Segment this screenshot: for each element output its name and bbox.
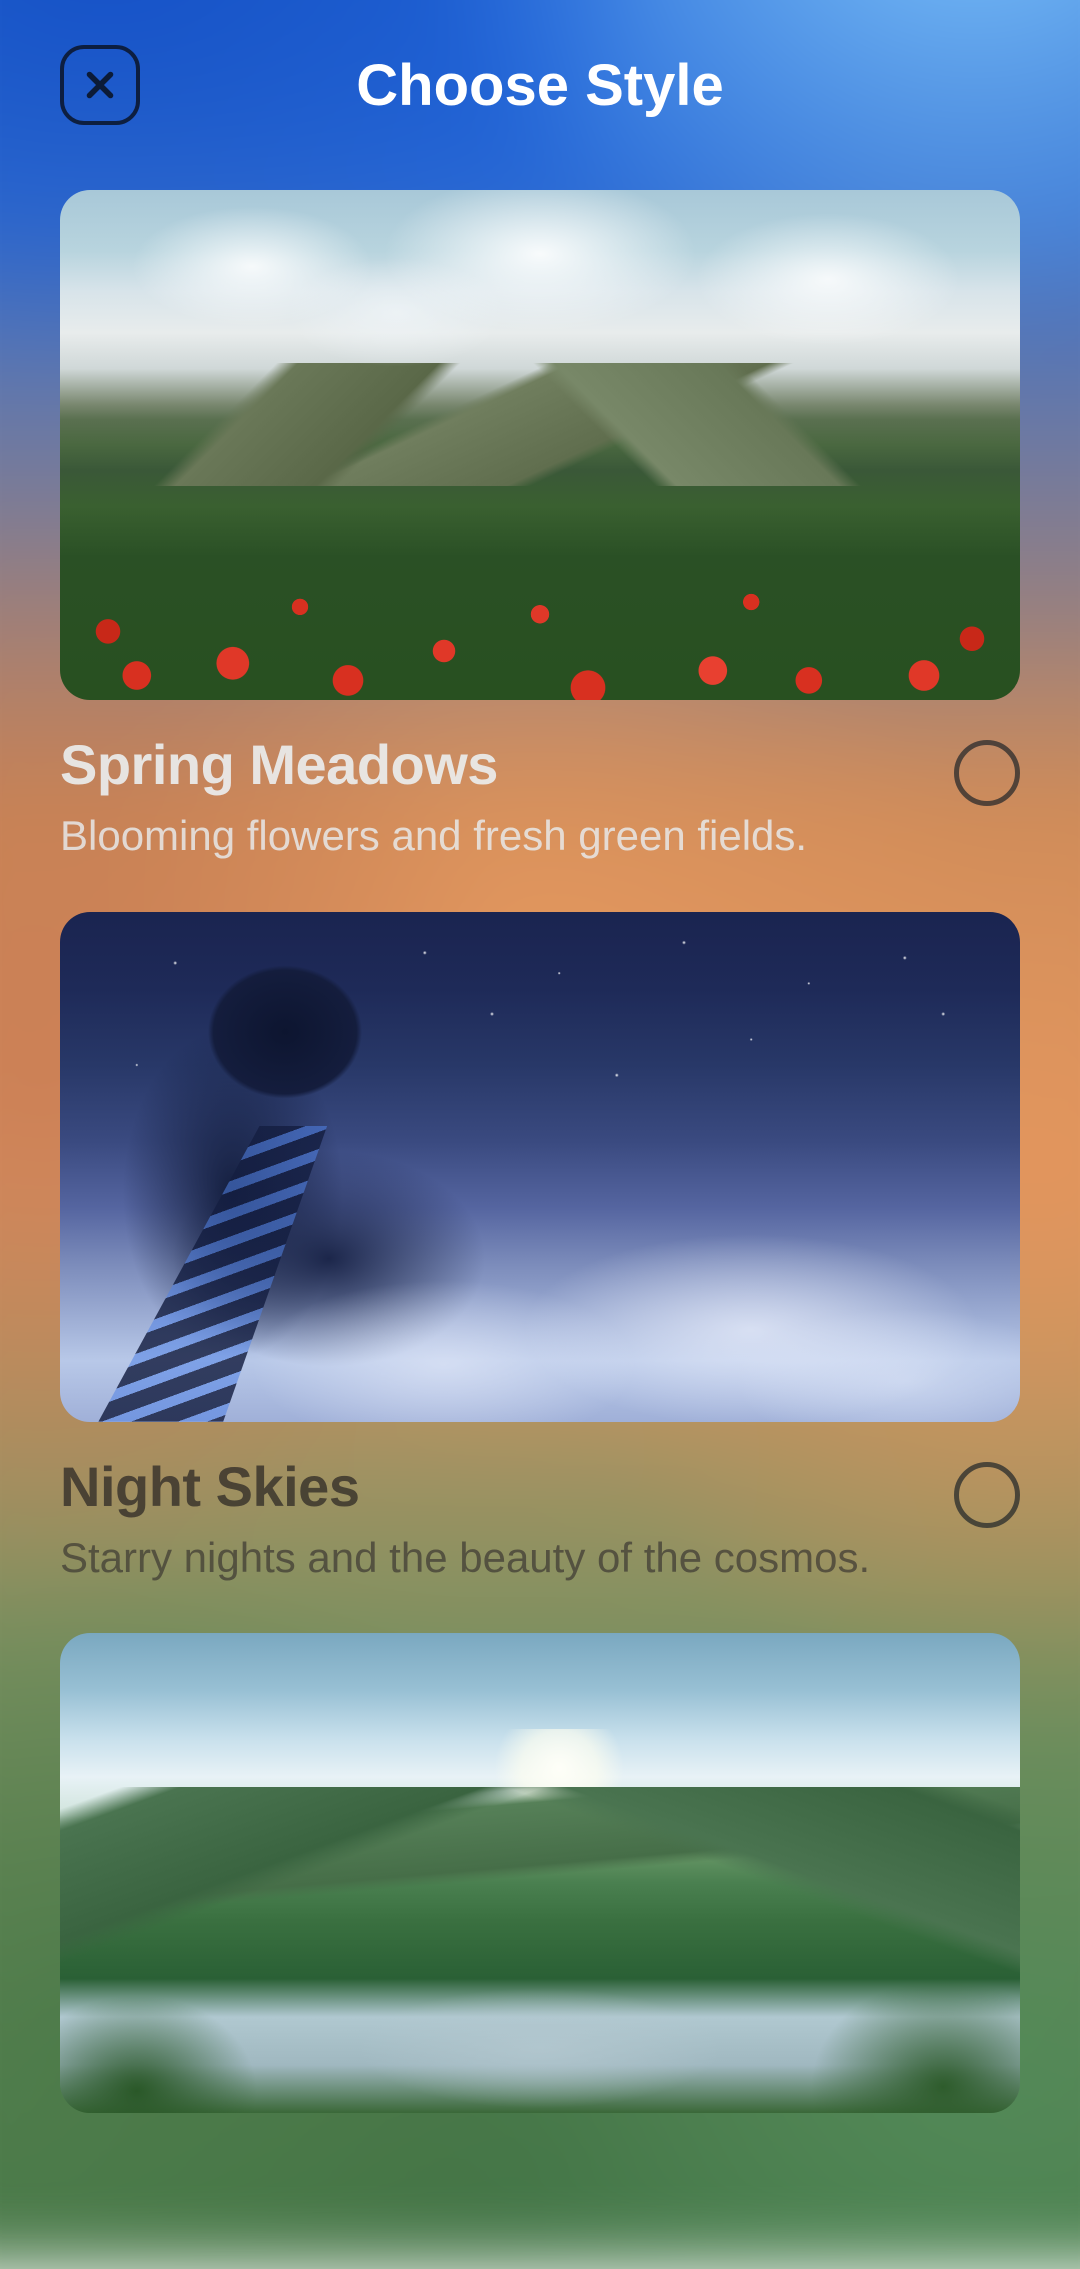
style-card-spring-meadows[interactable]: Spring Meadows Blooming flowers and fres… xyxy=(60,190,1020,864)
close-button[interactable] xyxy=(60,45,140,125)
header: Choose Style xyxy=(60,40,1020,130)
style-card-night-skies[interactable]: Night Skies Starry nights and the beauty… xyxy=(60,912,1020,1586)
style-preview-image xyxy=(60,1633,1020,2113)
style-description: Starry nights and the beauty of the cosm… xyxy=(60,1531,924,1586)
select-radio[interactable] xyxy=(954,740,1020,806)
select-radio[interactable] xyxy=(954,1462,1020,1528)
content-container: Choose Style Spring Meadows Blooming flo… xyxy=(0,0,1080,2201)
style-text-block: Spring Meadows Blooming flowers and fres… xyxy=(60,732,924,864)
style-info-row: Night Skies Starry nights and the beauty… xyxy=(60,1454,1020,1586)
style-info-row: Spring Meadows Blooming flowers and fres… xyxy=(60,732,1020,864)
style-preview-image xyxy=(60,190,1020,700)
style-title: Night Skies xyxy=(60,1454,924,1519)
style-text-block: Night Skies Starry nights and the beauty… xyxy=(60,1454,924,1586)
style-preview-image xyxy=(60,912,1020,1422)
style-description: Blooming flowers and fresh green fields. xyxy=(60,809,924,864)
close-icon xyxy=(79,64,121,106)
style-card-tropical[interactable] xyxy=(60,1633,1020,2113)
page-title: Choose Style xyxy=(356,52,723,119)
style-title: Spring Meadows xyxy=(60,732,924,797)
